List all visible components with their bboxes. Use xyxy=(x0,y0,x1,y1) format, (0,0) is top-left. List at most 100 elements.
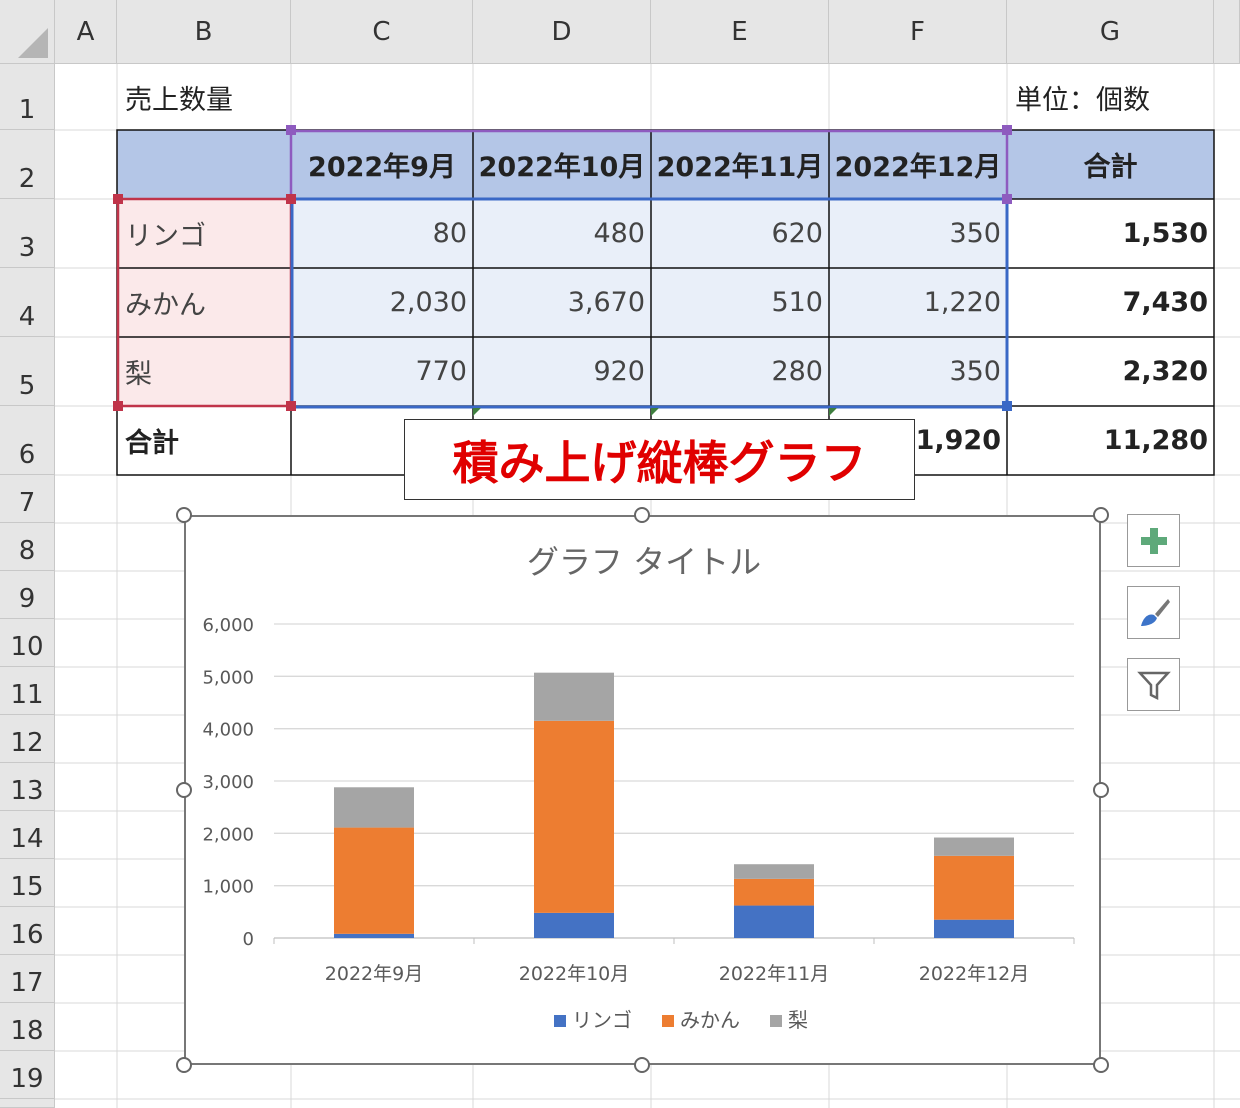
col-header-c[interactable]: C xyxy=(291,0,473,64)
cell-d4[interactable]: 3,670 xyxy=(473,268,651,337)
bar-segment xyxy=(734,864,814,879)
bar-segment xyxy=(534,720,614,913)
cell-g4[interactable]: 7,430 xyxy=(1007,268,1214,337)
row-header-2[interactable]: 2 xyxy=(0,130,55,199)
legend-label: みかん xyxy=(680,1008,740,1032)
chart-resize-handle[interactable] xyxy=(1093,782,1109,798)
chart-resize-handle[interactable] xyxy=(1093,1057,1109,1073)
cell-d5[interactable]: 920 xyxy=(473,337,651,406)
y-tick-label: 0 xyxy=(243,929,254,950)
filter-icon xyxy=(1136,671,1171,700)
bar-segment xyxy=(334,787,414,828)
chart-filters-button[interactable] xyxy=(1127,658,1180,711)
x-tick-label: 2022年10月 xyxy=(519,963,630,985)
row-header-19[interactable]: 19 xyxy=(0,1051,55,1099)
row-header-17[interactable]: 17 xyxy=(0,955,55,1003)
chart-resize-handle[interactable] xyxy=(176,507,192,523)
cell-d2[interactable]: 2022年10月 xyxy=(473,130,651,199)
cell-f5[interactable]: 350 xyxy=(829,337,1007,406)
range-handle[interactable] xyxy=(286,125,296,135)
range-handle[interactable] xyxy=(1002,401,1012,411)
cell-e4[interactable]: 510 xyxy=(651,268,829,337)
legend-label: 梨 xyxy=(788,1008,808,1032)
cell-b3[interactable]: リンゴ xyxy=(117,199,291,268)
bar-segment xyxy=(334,827,414,934)
cell-b4[interactable]: みかん xyxy=(117,268,291,337)
range-handle[interactable] xyxy=(286,401,296,411)
cell-e2[interactable]: 2022年11月 xyxy=(651,130,829,199)
row-header-13[interactable]: 13 xyxy=(0,763,55,811)
cell-c5[interactable]: 770 xyxy=(291,337,473,406)
row-header-3[interactable]: 3 xyxy=(0,199,55,268)
chart-resize-handle[interactable] xyxy=(176,782,192,798)
row-header-7[interactable]: 7 xyxy=(0,475,55,523)
chart-styles-button[interactable] xyxy=(1127,586,1180,639)
row-header-8[interactable]: 8 xyxy=(0,523,55,571)
cell-b1[interactable]: 売上数量 xyxy=(117,64,291,130)
cell-d3[interactable]: 480 xyxy=(473,199,651,268)
brush-icon xyxy=(1140,598,1170,626)
col-header-g[interactable]: G xyxy=(1007,0,1214,64)
row-header-10[interactable]: 10 xyxy=(0,619,55,667)
cell-g6[interactable]: 11,280 xyxy=(1007,406,1214,475)
cell-f4[interactable]: 1,220 xyxy=(829,268,1007,337)
range-handle[interactable] xyxy=(286,194,296,204)
cell-g2[interactable]: 合計 xyxy=(1007,130,1214,199)
cell-f2[interactable]: 2022年12月 xyxy=(829,130,1007,199)
bar-segment xyxy=(934,855,1014,920)
cell-c2[interactable]: 2022年9月 xyxy=(291,130,473,199)
row-header-9[interactable]: 9 xyxy=(0,571,55,619)
row-header-blank xyxy=(0,1099,55,1108)
chart-resize-handle[interactable] xyxy=(634,507,650,523)
cell-g5[interactable]: 2,320 xyxy=(1007,337,1214,406)
range-handle[interactable] xyxy=(113,401,123,411)
bar-segment xyxy=(534,912,614,938)
col-header-e[interactable]: E xyxy=(651,0,829,64)
row-header-1[interactable]: 1 xyxy=(0,64,55,130)
x-tick-label: 2022年11月 xyxy=(719,963,830,985)
bar-segment xyxy=(734,905,814,938)
y-tick-label: 3,000 xyxy=(202,772,254,793)
y-tick-label: 2,000 xyxy=(202,824,254,845)
plus-icon xyxy=(1140,527,1167,554)
cell-b6[interactable]: 合計 xyxy=(117,406,291,475)
cell-e3[interactable]: 620 xyxy=(651,199,829,268)
row-header-11[interactable]: 11 xyxy=(0,667,55,715)
row-header-14[interactable]: 14 xyxy=(0,811,55,859)
chart-elements-button[interactable] xyxy=(1127,514,1180,567)
row-header-6[interactable]: 6 xyxy=(0,406,55,475)
y-tick-label: 1,000 xyxy=(202,877,254,898)
col-header-b[interactable]: B xyxy=(117,0,291,64)
row-header-18[interactable]: 18 xyxy=(0,1003,55,1051)
cell-g3[interactable]: 1,530 xyxy=(1007,199,1214,268)
x-tick-label: 2022年9月 xyxy=(325,963,423,985)
chart-area[interactable]: グラフ タイトル 0 1,000 2,000 3,000 4,000 5,000 6,000 2… xyxy=(184,515,1101,1065)
annotation-textbox[interactable]: 積み上げ縦棒グラフ xyxy=(404,419,915,500)
bar-segment xyxy=(334,933,414,938)
row-header-16[interactable]: 16 xyxy=(0,907,55,955)
cell-f3[interactable]: 350 xyxy=(829,199,1007,268)
cell-c4[interactable]: 2,030 xyxy=(291,268,473,337)
stacked-column-chart: グラフ タイトル 0 1,000 2,000 3,000 4,000 5,000 6,000 2… xyxy=(202,543,1075,1032)
cell-e5[interactable]: 280 xyxy=(651,337,829,406)
cell-b5[interactable]: 梨 xyxy=(117,337,291,406)
chart-resize-handle[interactable] xyxy=(1093,507,1109,523)
y-tick-label: 5,000 xyxy=(202,667,254,688)
cell-c3[interactable]: 80 xyxy=(291,199,473,268)
range-handle[interactable] xyxy=(113,194,123,204)
row-header-4[interactable]: 4 xyxy=(0,268,55,337)
chart-resize-handle[interactable] xyxy=(634,1057,650,1073)
chart-resize-handle[interactable] xyxy=(176,1057,192,1073)
legend-swatch xyxy=(554,1015,566,1027)
row-header-12[interactable]: 12 xyxy=(0,715,55,763)
row-header-15[interactable]: 15 xyxy=(0,859,55,907)
col-header-f[interactable]: F xyxy=(829,0,1007,64)
cell-g1[interactable]: 単位：個数 xyxy=(1007,64,1214,130)
row-header-5[interactable]: 5 xyxy=(0,337,55,406)
col-header-d[interactable]: D xyxy=(473,0,651,64)
range-handle[interactable] xyxy=(1002,125,1012,135)
range-handle[interactable] xyxy=(1002,194,1012,204)
bar-segment xyxy=(934,919,1014,938)
select-all-corner[interactable] xyxy=(0,0,55,64)
col-header-a[interactable]: A xyxy=(55,0,117,64)
